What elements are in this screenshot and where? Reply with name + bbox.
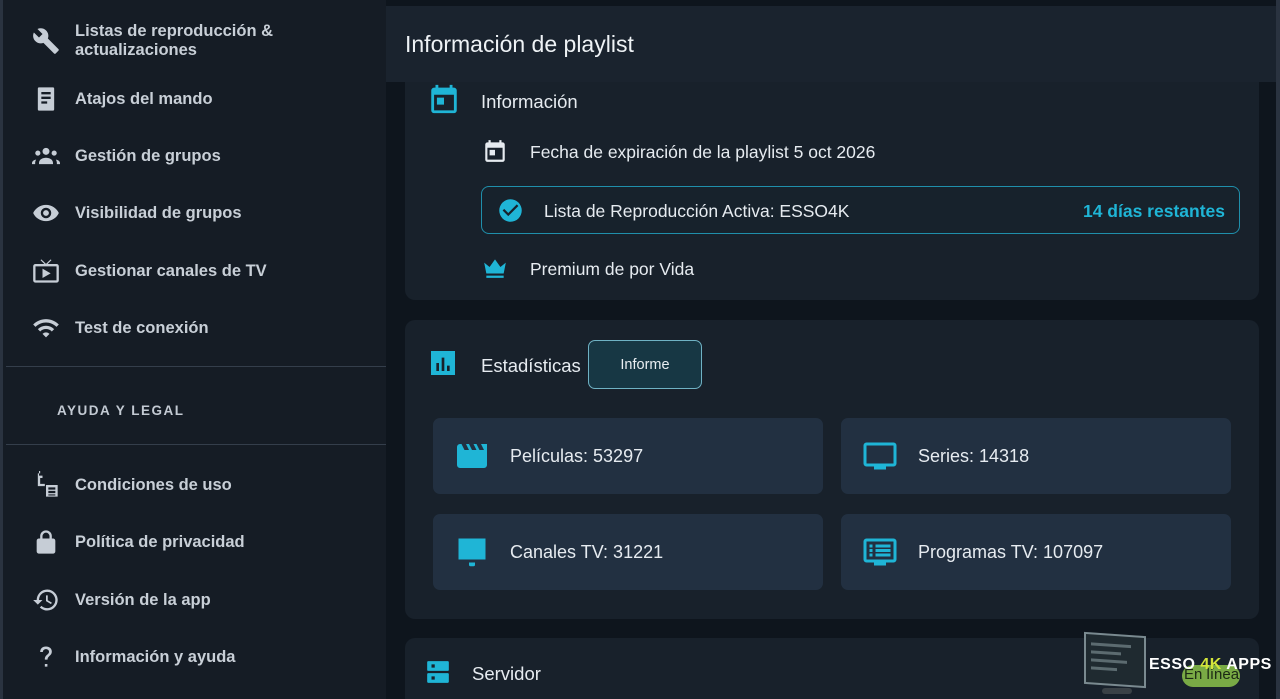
sidebar-item-info-help[interactable]: Información y ayuda [3,642,386,672]
terms-icon [31,470,61,500]
monitor-stand [1102,688,1132,694]
check-circle-icon [497,197,524,224]
monitor-logo-icon [1084,631,1146,689]
calendar-icon [482,138,508,164]
sidebar-divider [6,366,389,367]
page-title: Información de playlist [405,31,634,57]
stat-series: Series: 14318 [841,418,1231,494]
stat-live-channels: Canales TV: 31221 [433,514,823,590]
sidebar-item-label: Condiciones de uso [75,476,232,494]
eye-icon [31,198,61,228]
question-icon [31,642,61,672]
days-remaining: 14 días restantes [1082,201,1225,221]
stats-heading: Estadísticas [481,355,581,376]
crown-icon [482,254,508,280]
stats-card: Estadísticas Informe Películas: 53297 Se… [405,320,1259,619]
brand-name: ESSO 4K APPS [1149,656,1272,674]
premium-status: Premium de por Vida [530,259,695,279]
stat-movies: Películas: 53297 [433,418,823,494]
active-playlist-box[interactable]: Lista de Reproducción Activa: ESSO4K 14 … [481,186,1240,234]
brand-prefix: ESSO [1149,656,1201,673]
sidebar: Listas de reproducción & actualizaciones… [0,0,389,699]
sidebar-item-remote-shortcuts[interactable]: Atajos del mando [3,84,386,114]
sidebar-item-label: Gestión de grupos [75,147,221,165]
brand-suffix: APPS [1221,656,1272,673]
active-playlist-label: Lista de Reproducción Activa: ESSO4K [544,201,850,221]
sidebar-item-tv-channels[interactable]: Gestionar canales de TV [3,256,386,286]
tv-icon [862,438,898,474]
wrench-icon [31,26,61,56]
calendar-icon [427,82,461,116]
sidebar-item-label: Versión de la app [75,591,211,609]
sidebar-item-label: Listas de reproducción & actualizaciones [75,22,274,59]
info-heading: Información [481,91,578,112]
tv-guide-icon [862,534,898,570]
sidebar-item-app-version[interactable]: Versión de la app [3,585,386,615]
sidebar-item-label: Visibilidad de grupos [75,204,242,222]
stat-label: Programas TV: 107097 [918,542,1104,562]
top-bar: Información de playlist [386,6,1276,82]
stat-label: Películas: 53297 [510,446,644,466]
lock-icon [31,527,61,557]
sidebar-item-label: Atajos del mando [75,90,213,108]
history-icon [31,585,61,615]
sidebar-item-label: Política de privacidad [75,533,245,551]
sidebar-item-label: Información y ayuda [75,648,236,666]
sidebar-item-label: Gestionar canales de TV [75,262,267,280]
groups-icon [31,141,61,171]
remote-icon [31,84,61,114]
sidebar-item-group-visibility[interactable]: Visibilidad de grupos [3,198,386,228]
brand-watermark: En línea ESSO 4K APPS [1082,631,1280,699]
sidebar-item-label: Test de conexión [75,319,209,337]
expiry-date: Fecha de expiración de la playlist 5 oct… [530,142,876,162]
sidebar-item-privacy[interactable]: Política de privacidad [3,527,386,557]
stat-label: Canales TV: 31221 [510,542,664,562]
wifi-icon [31,313,61,343]
report-button[interactable]: Informe [588,340,702,389]
sidebar-item-group-management[interactable]: Gestión de grupos [3,141,386,171]
sidebar-divider [6,444,389,445]
app-root: Listas de reproducción & actualizaciones… [0,0,1280,699]
live-channels-icon [454,534,490,570]
movie-icon [454,438,490,474]
stat-tv-programs: Programas TV: 107097 [841,514,1231,590]
sidebar-item-terms[interactable]: Condiciones de uso [3,470,386,500]
section-title-help: AYUDA Y LEGAL [57,403,185,418]
sidebar-item-playlists[interactable]: Listas de reproducción & actualizaciones [3,22,386,60]
live-tv-icon [31,256,61,286]
brand-highlight: 4K [1200,656,1222,673]
sidebar-item-connection-test[interactable]: Test de conexión [3,313,386,343]
server-icon [425,659,451,685]
main-panel: Información de playlist Información Fech… [386,0,1280,699]
info-card: Información Fecha de expiración de la pl… [405,82,1259,300]
stat-label: Series: 14318 [918,446,1030,466]
server-heading: Servidor [472,663,541,684]
bar-chart-icon [427,347,459,379]
